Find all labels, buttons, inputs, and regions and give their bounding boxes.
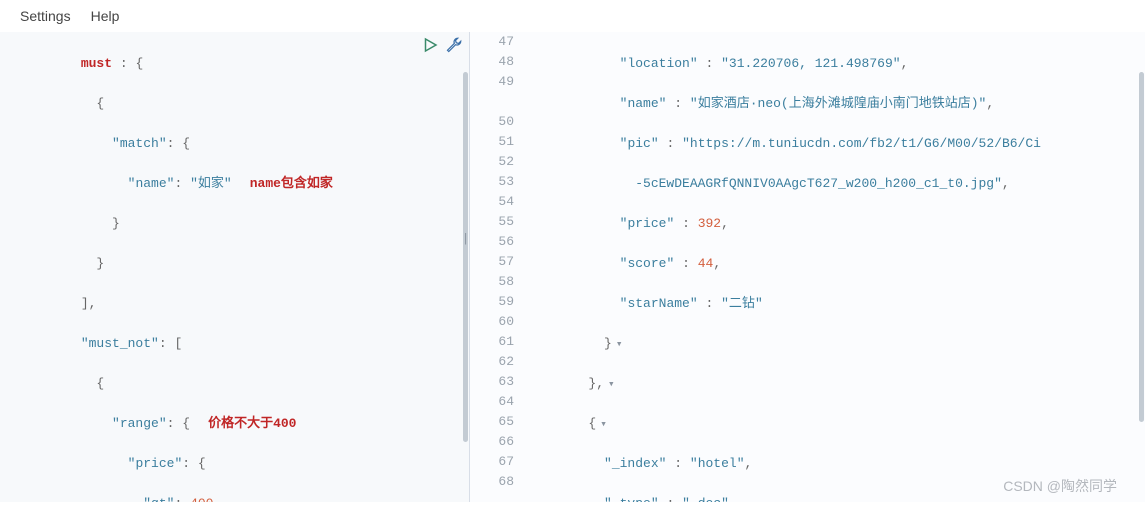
menu-bar: Settings Help <box>0 0 1145 32</box>
response-pane: 4748495051525354555657585960616263646566… <box>470 32 1145 502</box>
fold-icon[interactable]: ▾ <box>616 335 623 355</box>
scrollbar-thumb[interactable] <box>1139 72 1144 422</box>
watermark: CSDN @陶然同学 <box>1003 476 1117 496</box>
fold-icon[interactable]: ▾ <box>600 415 607 435</box>
menu-settings[interactable]: Settings <box>20 8 71 24</box>
run-icon[interactable] <box>421 36 439 59</box>
fold-icon[interactable]: ▾ <box>608 375 615 395</box>
menu-help[interactable]: Help <box>91 8 120 24</box>
annot-price: 价格不大于400 <box>208 416 296 431</box>
annot-name: name包含如家 <box>250 176 333 191</box>
query-code[interactable]: must : { { "match": { "name": "如家"name包含… <box>0 32 469 502</box>
response-code[interactable]: "location" : "31.220706, 121.498769", "n… <box>470 32 1145 502</box>
wrench-icon[interactable] <box>445 36 463 59</box>
editor-split: must : { { "match": { "name": "如家"name包含… <box>0 32 1145 502</box>
editor-actions <box>421 36 463 59</box>
scrollbar-thumb[interactable] <box>463 72 468 442</box>
query-editor-pane: must : { { "match": { "name": "如家"name包含… <box>0 32 470 502</box>
